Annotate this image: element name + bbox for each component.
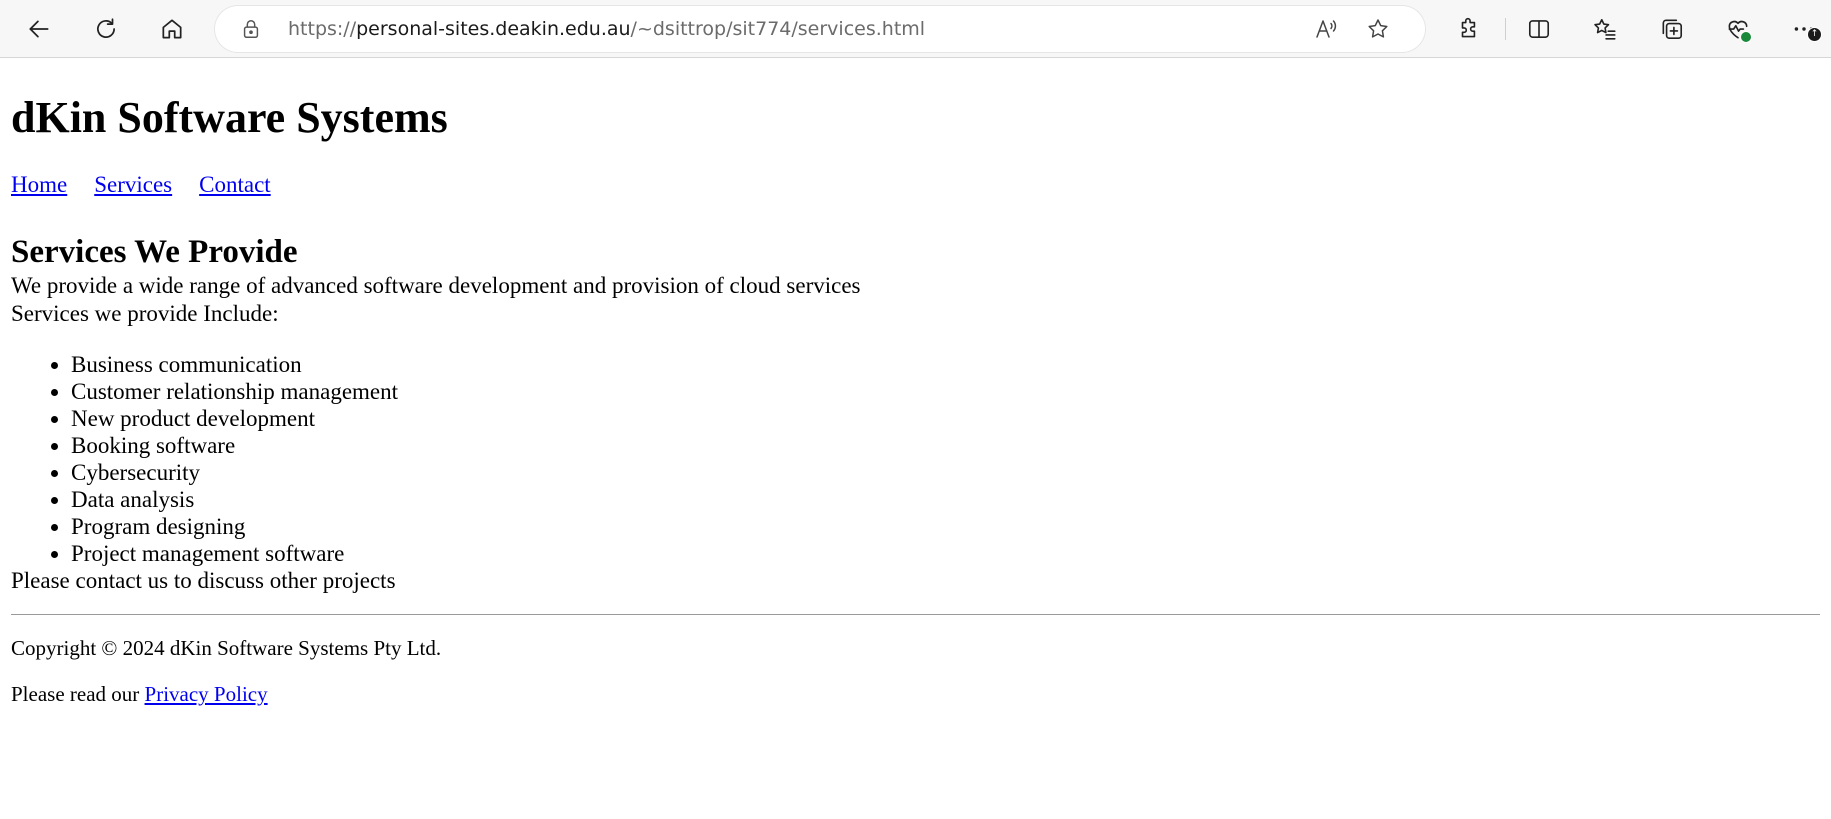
nav-link-services[interactable]: Services: [94, 172, 172, 197]
nav-link-contact[interactable]: Contact: [199, 172, 271, 197]
list-item: Business communication: [71, 351, 1820, 378]
address-bar[interactable]: https://personal-sites.deakin.edu.au/~ds…: [215, 6, 1425, 52]
list-item: Project management software: [71, 540, 1820, 567]
split-screen-icon: [1528, 20, 1550, 38]
back-button[interactable]: [19, 9, 59, 49]
back-arrow-icon: [29, 20, 49, 38]
read-aloud-icon: [1316, 20, 1337, 38]
refresh-button[interactable]: [86, 9, 126, 49]
toolbar-separator: [1505, 18, 1506, 40]
privacy-policy-link[interactable]: Privacy Policy: [145, 682, 268, 706]
more-button[interactable]: ↑: [1784, 9, 1824, 49]
url-host: personal-sites.deakin.edu.au: [356, 18, 631, 40]
privacy-notice: Please read our Privacy Policy: [11, 681, 1820, 707]
site-title: dKin Software Systems: [11, 93, 448, 142]
favorites-button[interactable]: [1585, 9, 1625, 49]
url-path: /~dsittrop/sit774/services.html: [630, 18, 926, 40]
browser-essentials-button[interactable]: [1718, 9, 1758, 49]
copyright-text: Copyright © 2024 dKin Software Systems P…: [11, 636, 442, 660]
list-item: Program designing: [71, 513, 1820, 540]
add-favorite-button[interactable]: [1365, 16, 1391, 42]
list-item: New product development: [71, 405, 1820, 432]
main-nav: Home Services Contact: [11, 171, 1820, 199]
services-list: Business communication Customer relation…: [11, 351, 1820, 567]
read-aloud-button[interactable]: [1313, 16, 1339, 42]
list-item: Cybersecurity: [71, 459, 1820, 486]
home-icon: [162, 19, 182, 39]
update-arrow-icon: ↑: [1807, 27, 1822, 42]
status-ok-badge: [1740, 31, 1752, 43]
page-heading: Services We Provide: [11, 234, 298, 270]
split-screen-button[interactable]: [1519, 9, 1559, 49]
star-icon: [1368, 19, 1388, 38]
collections-button[interactable]: [1652, 9, 1692, 49]
collections-icon: [1662, 19, 1683, 40]
services-list-label: Services we provide Include:: [11, 301, 279, 326]
outro-paragraph: Please contact us to discuss other proje…: [11, 568, 396, 593]
list-item: Booking software: [71, 432, 1820, 459]
browser-toolbar: https://personal-sites.deakin.edu.au/~ds…: [0, 0, 1831, 58]
intro-paragraph: We provide a wide range of advanced soft…: [11, 273, 861, 298]
url-text[interactable]: https://personal-sites.deakin.edu.au/~ds…: [288, 17, 925, 41]
refresh-icon: [97, 18, 115, 38]
list-item: Data analysis: [71, 486, 1820, 513]
page-content: dKin Software Systems Home Services Contac…: [0, 59, 1831, 819]
lock-icon[interactable]: [240, 18, 262, 40]
puzzle-icon: [1461, 17, 1476, 38]
favorites-list-icon: [1594, 18, 1616, 40]
url-scheme: https://: [288, 18, 357, 40]
footer-divider: [11, 614, 1820, 615]
nav-link-home[interactable]: Home: [11, 172, 67, 197]
list-item: Customer relationship management: [71, 378, 1820, 405]
extensions-button[interactable]: [1449, 9, 1489, 49]
home-button[interactable]: [152, 9, 192, 49]
privacy-prefix: Please read our: [11, 682, 145, 706]
